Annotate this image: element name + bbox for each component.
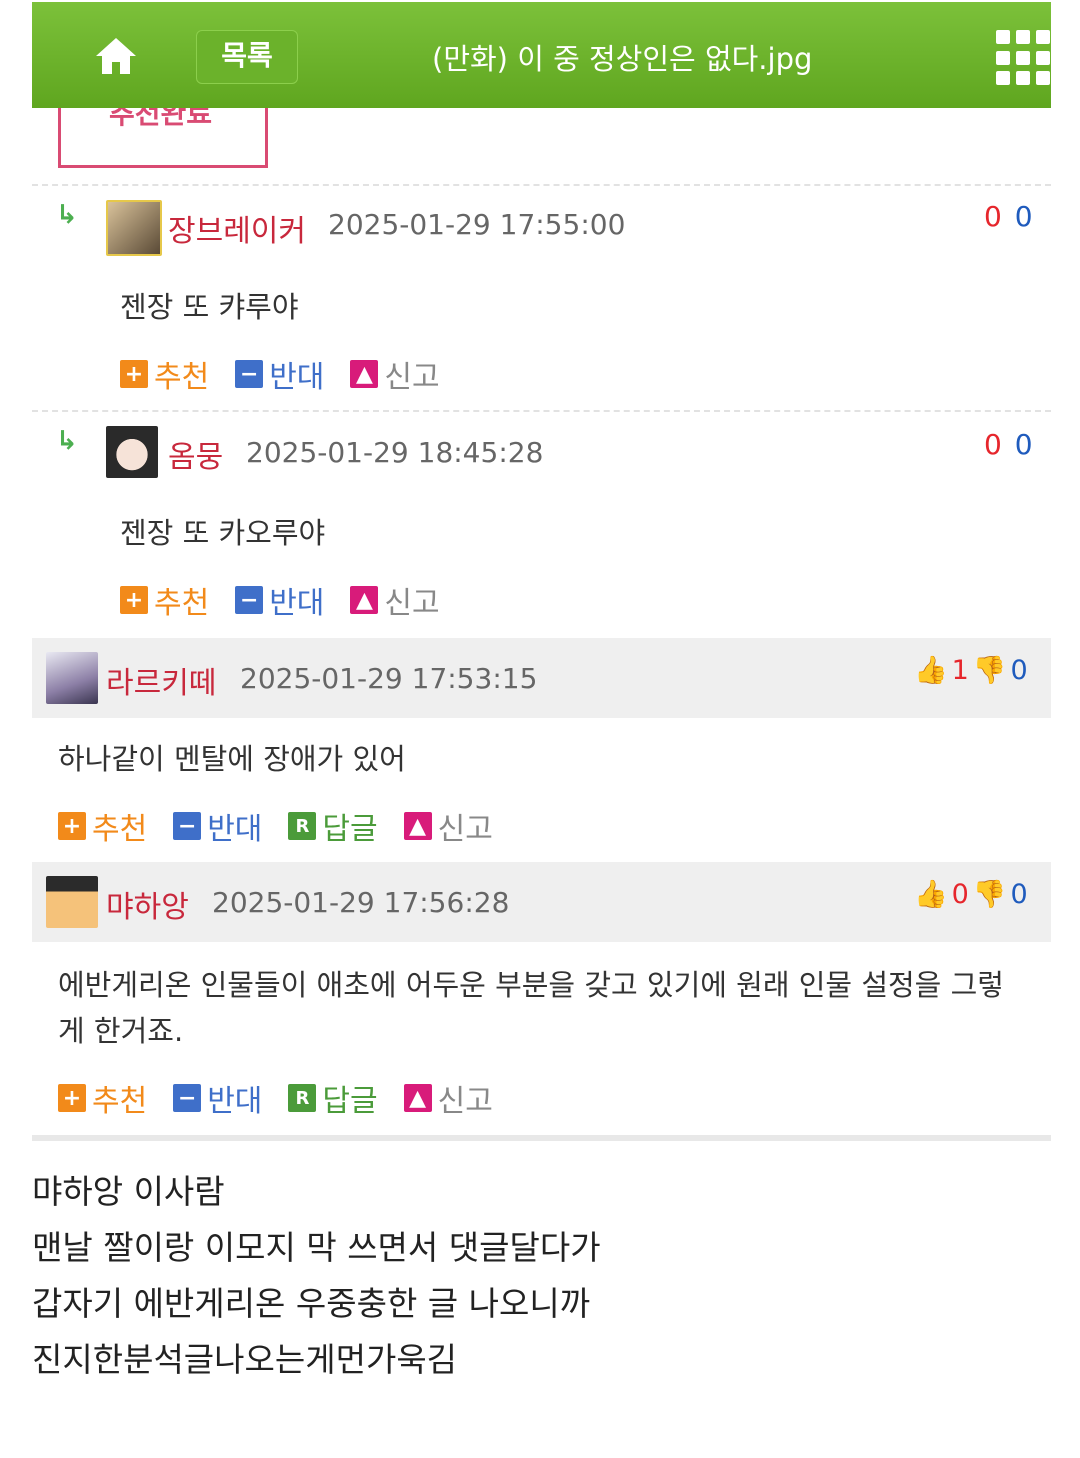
recommend-done-label: 추천완료 (109, 108, 213, 130)
minus-icon: − (173, 812, 202, 840)
recommend-button[interactable]: + 추천 (58, 804, 147, 848)
minus-icon: − (173, 1084, 202, 1112)
recommend-button[interactable]: + 추천 (120, 352, 209, 396)
plus-icon: + (120, 586, 148, 614)
siren-icon: ▲ (350, 360, 379, 388)
report-button[interactable]: ▲ 신고 (350, 352, 440, 396)
avatar[interactable] (106, 426, 158, 478)
divider (32, 410, 1051, 412)
comment-score: 0 0 (984, 428, 1035, 461)
top-bar: 목록 (만화) 이 중 정상인은 없다.jpg (32, 2, 1051, 108)
reply-r-icon: R (288, 812, 317, 840)
siren-icon: ▲ (350, 586, 379, 614)
score-down: 0 (1014, 428, 1035, 461)
comment-nickname[interactable]: 옴뭉 (168, 432, 223, 476)
recommend-done-box: 추천완료 (58, 108, 268, 168)
reply-button[interactable]: R 답글 (288, 1076, 378, 1120)
comment-text: 하나같이 멘탈에 장애가 있어 (58, 742, 406, 776)
comment-text-line: 에반게리온 인물들이 애초에 어두운 부분을 갖고 있기에 원래 인물 설정을 … (58, 968, 1004, 1002)
siren-icon: ▲ (403, 1084, 432, 1112)
comment-actions: + 추천 − 반대 R 답글 ▲ 신고 (58, 1080, 519, 1119)
comment-text: 젠장 또 카오루야 (120, 516, 326, 550)
divider (32, 184, 1051, 186)
list-button[interactable]: 목록 (196, 30, 298, 84)
thumbs-up-icon[interactable]: 👍 (914, 654, 948, 686)
comment-nickname[interactable]: 먀하앙 (106, 882, 189, 926)
vote-up-count: 0 (951, 878, 969, 910)
comment-actions: + 추천 − 반대 ▲ 신고 (120, 582, 466, 621)
thumbs-down-icon[interactable]: 👎 (973, 654, 1007, 686)
oppose-button[interactable]: − 반대 (173, 1076, 262, 1120)
comment-nickname[interactable]: 라르키떼 (106, 658, 216, 702)
comment-date: 2025-01-29 17:56:28 (212, 886, 510, 919)
comment-score: 0 0 (984, 200, 1035, 233)
plus-icon: + (58, 1084, 86, 1112)
report-button[interactable]: ▲ 신고 (350, 578, 440, 622)
score-down: 0 (1014, 200, 1035, 233)
recommend-button[interactable]: + 추천 (120, 578, 209, 622)
comment-date: 2025-01-29 17:55:00 (328, 208, 626, 241)
comment-text: 젠장 또 캬루야 (120, 290, 299, 324)
avatar[interactable] (46, 652, 98, 704)
vote-up-count: 1 (951, 654, 969, 686)
caption-line: 먀하앙 이사람 (32, 1172, 225, 1211)
comment-votes: 👍 1 👎 0 (914, 654, 1028, 687)
reply-arrow-icon: ↳ (56, 200, 78, 230)
oppose-button[interactable]: − 반대 (173, 804, 262, 848)
oppose-button[interactable]: − 반대 (235, 352, 324, 396)
minus-icon: − (235, 586, 264, 614)
post-caption: 먀하앙 이사람 맨날 짤이랑 이모지 막 쓰면서 댓글달다가 갑자기 에반게리온… (32, 1164, 601, 1388)
comment-date: 2025-01-29 17:53:15 (240, 662, 538, 695)
comment-actions: + 추천 − 반대 R 답글 ▲ 신고 (58, 808, 519, 847)
recommend-button[interactable]: + 추천 (58, 1076, 147, 1120)
comment-date: 2025-01-29 18:45:28 (246, 436, 544, 469)
siren-icon: ▲ (403, 812, 432, 840)
comment-nickname[interactable]: 장브레이커 (168, 206, 306, 250)
report-button[interactable]: ▲ 신고 (403, 804, 493, 848)
caption-line: 맨날 짤이랑 이모지 막 쓰면서 댓글달다가 (32, 1228, 601, 1267)
thumbs-up-icon[interactable]: 👍 (914, 878, 948, 910)
report-button[interactable]: ▲ 신고 (403, 1076, 493, 1120)
minus-icon: − (235, 360, 264, 388)
caption-line: 진지한분석글나오는게먼가욱김 (32, 1340, 458, 1379)
section-divider (32, 1135, 1051, 1141)
vote-down-count: 0 (1010, 878, 1028, 910)
plus-icon: + (58, 812, 86, 840)
comment-text-line: 게 한거죠. (58, 1014, 184, 1048)
comment-votes: 👍 0 👎 0 (914, 878, 1028, 911)
avatar[interactable] (106, 200, 162, 256)
home-icon[interactable] (92, 32, 140, 80)
vote-down-count: 0 (1010, 654, 1028, 686)
reply-button[interactable]: R 답글 (288, 804, 378, 848)
plus-icon: + (120, 360, 148, 388)
grid-menu-icon[interactable] (996, 30, 1052, 86)
score-up: 0 (984, 428, 1004, 461)
oppose-button[interactable]: − 반대 (235, 578, 324, 622)
comment-actions: + 추천 − 반대 ▲ 신고 (120, 356, 466, 395)
caption-line: 갑자기 에반게리온 우중충한 글 나오니까 (32, 1284, 591, 1323)
avatar[interactable] (46, 876, 98, 928)
reply-r-icon: R (288, 1084, 317, 1112)
thumbs-down-icon[interactable]: 👎 (973, 878, 1007, 910)
page-title: (만화) 이 중 정상인은 없다.jpg (432, 42, 813, 76)
score-up: 0 (984, 200, 1004, 233)
reply-arrow-icon: ↳ (56, 426, 78, 456)
